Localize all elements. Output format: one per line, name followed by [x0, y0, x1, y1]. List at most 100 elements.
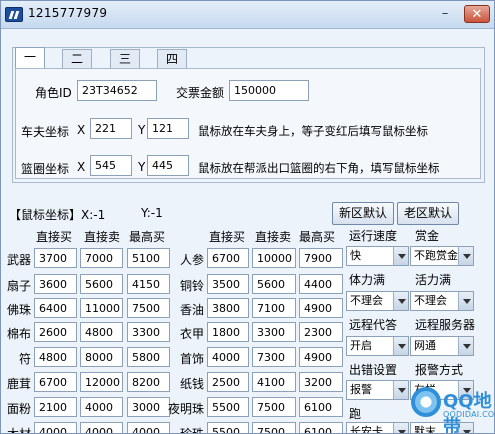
setting-label: 运行速度 [349, 229, 398, 243]
chevron-down-icon[interactable] [393, 292, 408, 310]
role-id-input[interactable]: 23T34652 [77, 80, 157, 101]
left-goods-buy-input[interactable]: 4000 [34, 422, 77, 433]
chevron-down-icon[interactable] [458, 337, 473, 355]
left-goods-sell-input[interactable]: 8000 [80, 347, 123, 367]
role-id-label: 角色ID [35, 86, 72, 100]
driver-y-label: Y [138, 123, 146, 137]
right-header-sell: 直接卖 [255, 230, 292, 244]
right-goods-sell-input[interactable]: 7500 [252, 397, 296, 417]
setting-dropdown-value: 不理会 [350, 294, 383, 307]
close-button[interactable]: ✕ [464, 5, 490, 23]
right-goods-sell-input[interactable]: 7500 [252, 422, 296, 433]
right-goods-sell-input[interactable]: 3300 [252, 322, 296, 342]
basket-y-label: Y [138, 160, 146, 174]
left-goods-buy-input[interactable]: 4800 [34, 347, 77, 367]
window-title: 1215777979 [28, 6, 108, 20]
right-goods-buy-input[interactable]: 2500 [207, 372, 249, 392]
basket-x-input[interactable]: 545 [90, 155, 132, 176]
setting-dropdown-value: 不理会 [414, 294, 447, 307]
chevron-down-icon[interactable] [458, 292, 473, 310]
left-goods-sell-input[interactable]: 11000 [80, 298, 123, 318]
right-goods-name: 铜铃 [179, 279, 204, 293]
right-goods-name: 衣甲 [179, 327, 204, 341]
basket-hint: 鼠标放在帮派出口篮圈的右下角，填写鼠标坐标 [198, 161, 440, 175]
basket-x-label: X [77, 160, 86, 174]
right-goods-max-input[interactable]: 7900 [299, 248, 343, 268]
left-goods-name: 面粉 [6, 402, 31, 416]
right-goods-max-input[interactable]: 4900 [299, 347, 343, 367]
left-goods-buy-input[interactable]: 6400 [34, 298, 77, 318]
right-header-buy: 直接买 [209, 230, 246, 244]
chevron-down-icon[interactable] [393, 337, 408, 355]
right-goods-sell-input[interactable]: 4100 [252, 372, 296, 392]
right-goods-name: 首饰 [179, 352, 204, 366]
right-goods-buy-input[interactable]: 5500 [207, 422, 249, 433]
tab-account-2[interactable]: 二号 [62, 49, 93, 85]
left-goods-buy-input[interactable]: 3700 [34, 248, 77, 268]
left-goods-buy-input[interactable]: 2100 [34, 397, 77, 417]
chevron-down-icon[interactable] [393, 247, 408, 265]
left-goods-sell-input[interactable]: 4000 [80, 422, 123, 433]
site-watermark: QQ地带 QQDIDAI.COM [403, 377, 494, 433]
old-region-default-button[interactable]: 老区默认 [397, 202, 459, 225]
right-goods-sell-input[interactable]: 7300 [252, 347, 296, 367]
setting-dropdown[interactable]: 不跑赏金 [410, 246, 474, 266]
left-goods-name: 鹿茸 [6, 377, 31, 391]
setting-label: 远程服务器 [415, 318, 476, 332]
left-header-max: 最高买 [129, 230, 166, 244]
setting-dropdown[interactable]: 开启 [346, 336, 409, 356]
basket-y-input[interactable]: 445 [147, 155, 189, 176]
ticket-amount-input[interactable]: 150000 [229, 80, 309, 101]
setting-dropdown[interactable]: 不理会 [346, 291, 409, 311]
right-goods-max-input[interactable]: 3200 [299, 372, 343, 392]
title-bar[interactable]: 1215777979 – ✕ [1, 1, 494, 29]
left-goods-sell-input[interactable]: 7000 [80, 248, 123, 268]
right-goods-buy-input[interactable]: 6700 [207, 248, 249, 268]
minimize-button[interactable]: – [434, 5, 456, 23]
setting-dropdown[interactable]: 网通 [410, 336, 474, 356]
left-goods-buy-input[interactable]: 6700 [34, 372, 77, 392]
setting-dropdown-value: 快 [350, 249, 361, 262]
left-goods-name: 武器 [6, 253, 31, 267]
new-region-default-button[interactable]: 新区默认 [332, 202, 394, 225]
tab-account-4[interactable]: 四号 [157, 49, 188, 85]
setting-dropdown-value: 不跑赏金 [414, 249, 458, 262]
right-goods-buy-input[interactable]: 4000 [207, 347, 249, 367]
mouse-coord-y-readout: Y:-1 [141, 206, 163, 220]
left-header-sell: 直接卖 [84, 230, 121, 244]
tab-account-3[interactable]: 三号 [110, 49, 141, 85]
chevron-down-icon[interactable] [458, 247, 473, 265]
setting-dropdown[interactable]: 长安卡 [346, 422, 409, 433]
right-goods-name: 香油 [179, 303, 204, 317]
right-goods-max-input[interactable]: 4400 [299, 274, 343, 294]
left-goods-name: 扇子 [6, 279, 31, 293]
right-goods-max-input[interactable]: 6100 [299, 422, 343, 433]
right-goods-sell-input[interactable]: 7100 [252, 298, 296, 318]
left-goods-buy-input[interactable]: 3600 [34, 274, 77, 294]
tab-account-1[interactable]: 一号 [15, 47, 46, 83]
right-goods-buy-input[interactable]: 1800 [207, 322, 249, 342]
right-goods-buy-input[interactable]: 3800 [207, 298, 249, 318]
driver-y-input[interactable]: 121 [147, 118, 189, 139]
driver-x-input[interactable]: 221 [90, 118, 132, 139]
right-goods-buy-input[interactable]: 3500 [207, 274, 249, 294]
left-goods-sell-input[interactable]: 12000 [80, 372, 123, 392]
right-goods-sell-input[interactable]: 10000 [252, 248, 296, 268]
left-goods-buy-input[interactable]: 2600 [34, 322, 77, 342]
right-goods-max-input[interactable]: 4900 [299, 298, 343, 318]
mouse-coord-x-readout: 【鼠标坐标】X:-1 [9, 208, 106, 222]
left-goods-sell-input[interactable]: 4800 [80, 322, 123, 342]
setting-dropdown[interactable]: 快 [346, 246, 409, 266]
basket-coord-label: 篮圈坐标 [21, 162, 70, 176]
right-goods-name: 人参 [179, 253, 204, 267]
right-goods-max-input[interactable]: 2300 [299, 322, 343, 342]
ticket-amount-label: 交票金额 [176, 86, 225, 100]
right-goods-sell-input[interactable]: 5600 [252, 274, 296, 294]
setting-dropdown[interactable]: 不理会 [410, 291, 474, 311]
setting-dropdown[interactable]: 报警 [346, 380, 409, 400]
left-goods-sell-input[interactable]: 4000 [80, 397, 123, 417]
left-goods-sell-input[interactable]: 5600 [80, 274, 123, 294]
left-goods-name: 棉布 [6, 327, 31, 341]
right-goods-max-input[interactable]: 6100 [299, 397, 343, 417]
right-goods-buy-input[interactable]: 5500 [207, 397, 249, 417]
